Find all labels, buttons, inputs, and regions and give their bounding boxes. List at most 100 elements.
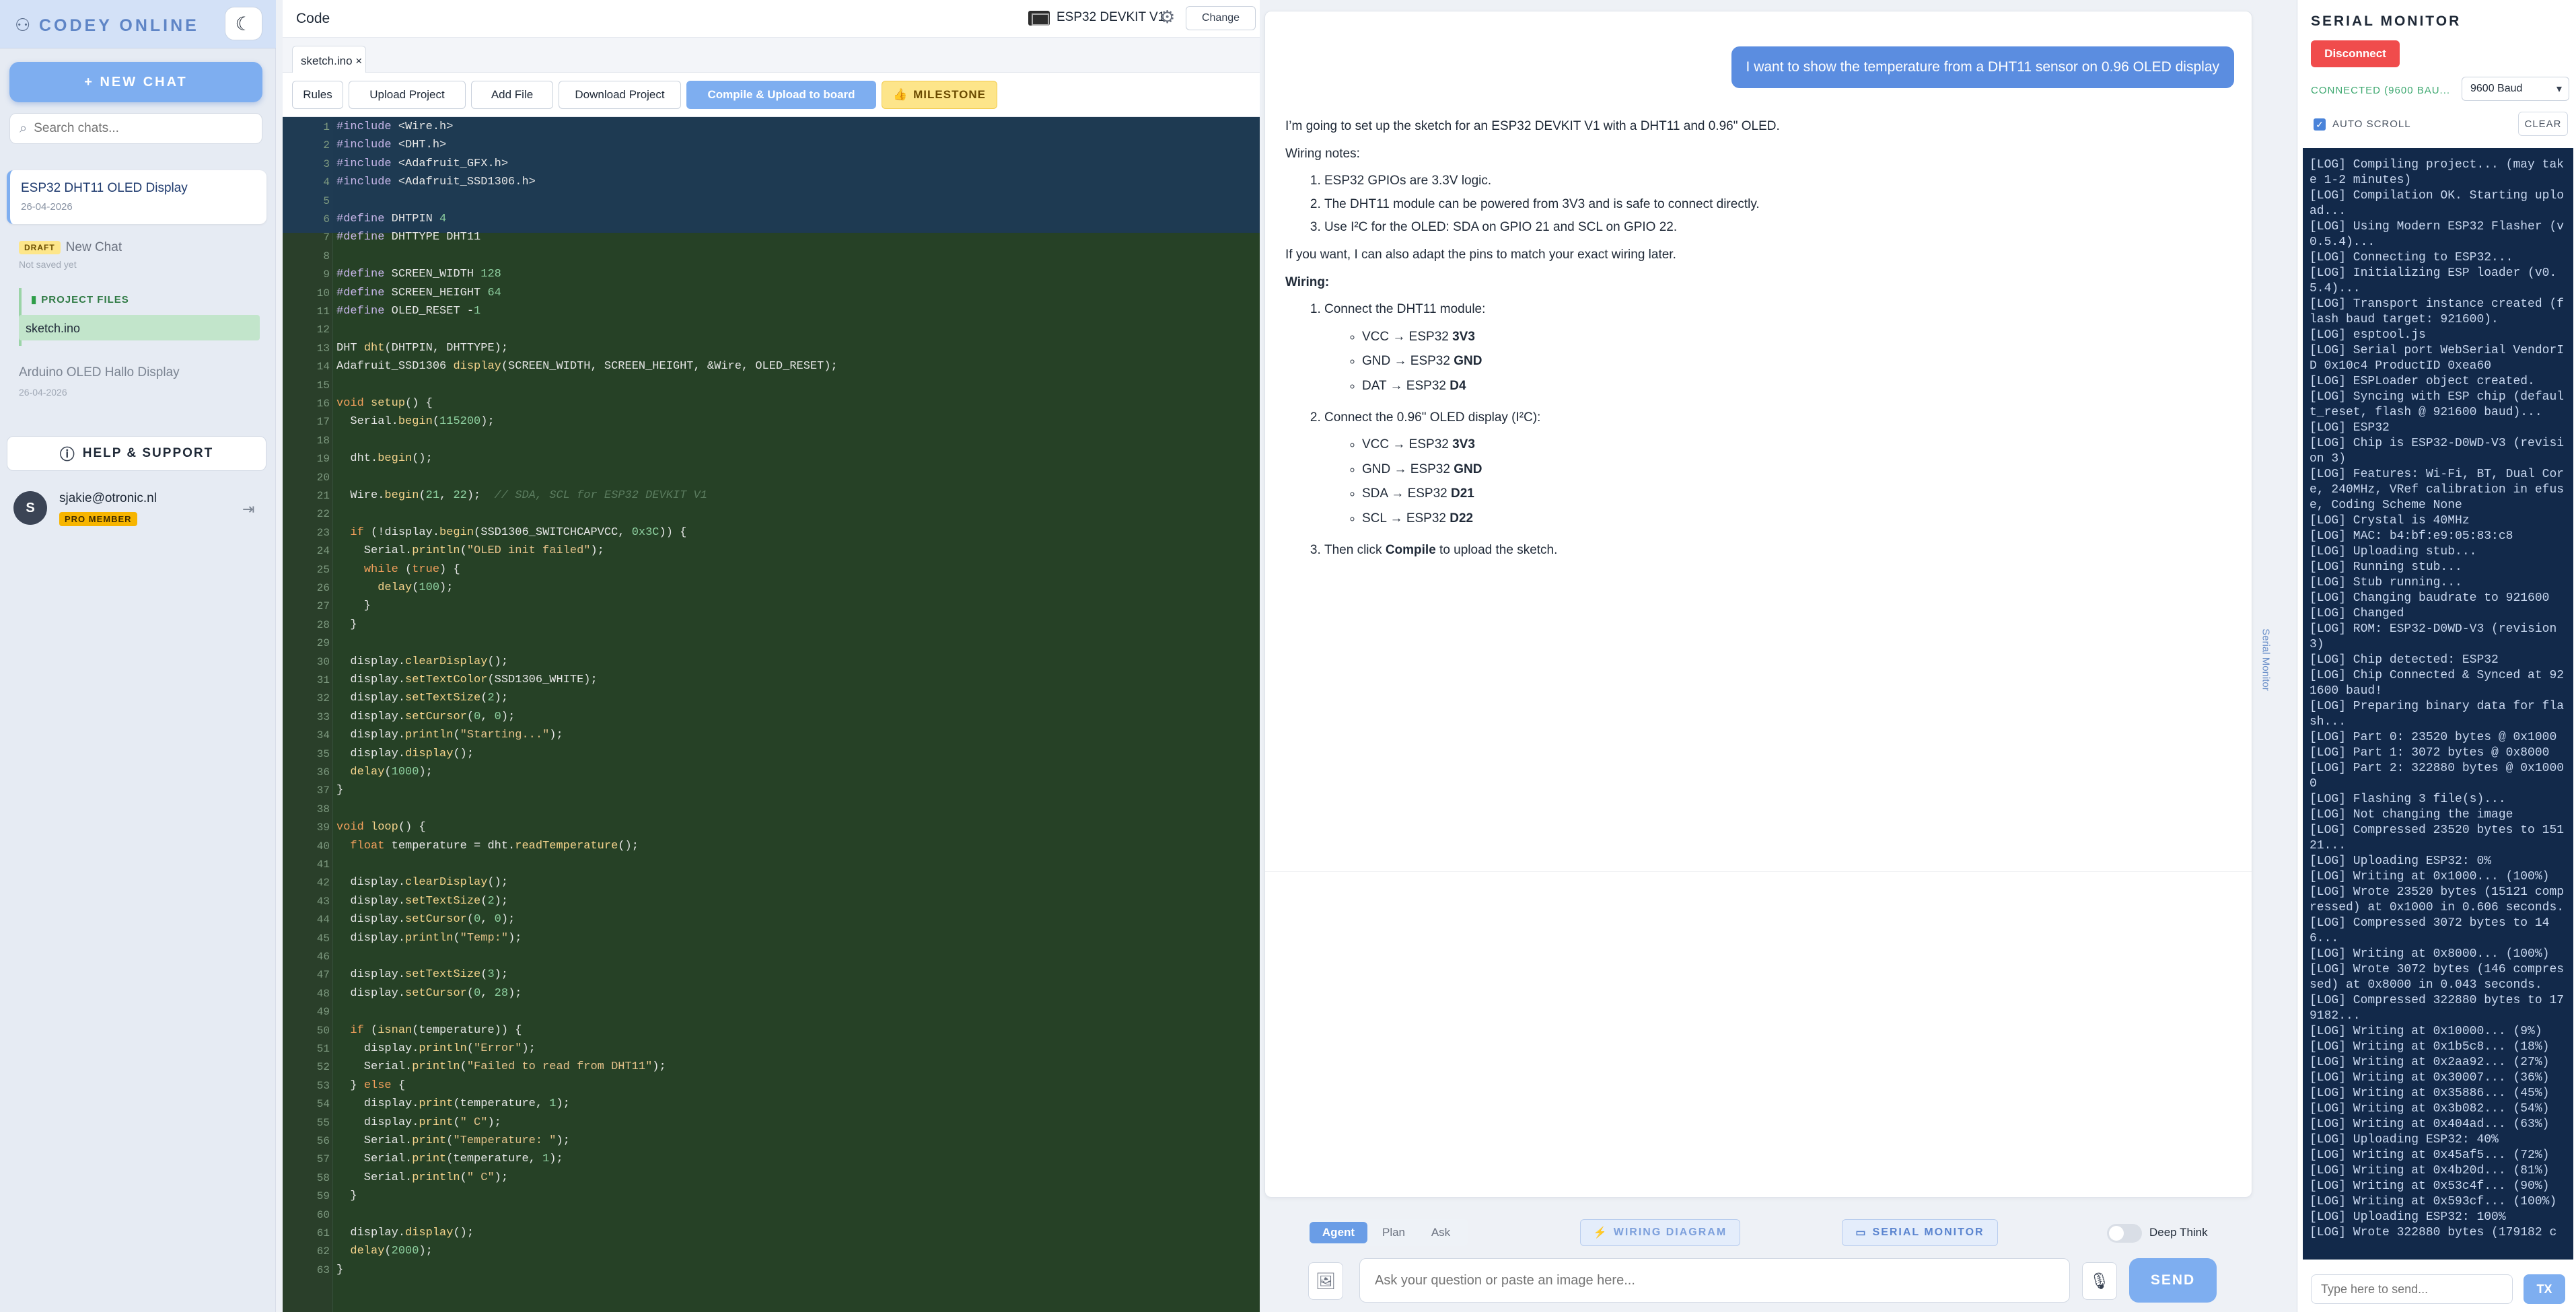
image-upload-button[interactable]: 🖼 xyxy=(1308,1262,1343,1300)
send-button[interactable]: SEND xyxy=(2129,1258,2217,1303)
code-line: display.print(temperature, 1); xyxy=(336,1097,570,1111)
line-number: 6 xyxy=(323,213,330,225)
line-number: 43 xyxy=(316,895,330,908)
list-item: GND → ESP32 GND xyxy=(1362,353,2227,371)
download-project-button[interactable]: Download Project xyxy=(559,81,681,109)
project-file-item[interactable]: sketch.ino xyxy=(19,315,260,340)
project-files-label: PROJECT FILES xyxy=(41,294,129,305)
chat-title: ESP32 DHT11 OLED Display xyxy=(21,181,188,195)
line-number: 8 xyxy=(323,250,330,262)
serial-log[interactable]: [LOG] Compiling project... (may take 1-2… xyxy=(2303,148,2573,1260)
log-line: [LOG] Flashing 3 file(s)... xyxy=(2310,793,2506,806)
board-name: ESP32 DEVKIT V1 xyxy=(1057,10,1166,24)
line-number: 52 xyxy=(316,1061,330,1074)
autoscroll-checkbox[interactable]: ✓ xyxy=(2314,118,2326,131)
log-line: [LOG] Chip is ESP32-D0WD-V3 (revision 3) xyxy=(2310,437,2565,466)
log-line: [LOG] MAC: b4:bf:e9:05:83:c8 xyxy=(2310,530,2513,543)
code-line: #define DHTTYPE DHT11 xyxy=(336,231,481,244)
line-number: 10 xyxy=(316,287,330,299)
code-line: Adafruit_SSD1306 display(SCREEN_WIDTH, S… xyxy=(336,360,838,373)
pin-text: SDA → ESP32 xyxy=(1362,486,1452,501)
tab-sketch-ino[interactable]: sketch.ino × xyxy=(292,46,366,73)
code-panel: Code ESP32 DEVKIT V1 ⚙ Change sketch.ino… xyxy=(283,0,1260,1312)
code-line: #include <Adafruit_GFX.h> xyxy=(336,157,509,170)
line-number: 55 xyxy=(316,1116,330,1129)
milestone-button[interactable]: 👍 MILESTONE xyxy=(882,81,997,109)
code-line: Serial.println("OLED init failed"); xyxy=(336,544,604,558)
step-text: Then click xyxy=(1324,542,1386,557)
code-line: #include <Adafruit_SSD1306.h> xyxy=(336,176,536,189)
new-chat-button[interactable]: + NEW CHAT xyxy=(9,62,262,102)
log-line: [LOG] Features: Wi-Fi, BT, Dual Core, 24… xyxy=(2310,468,2565,512)
line-number: 44 xyxy=(316,914,330,926)
log-line: [LOG] Writing at 0x1b5c8... (18%) xyxy=(2310,1040,2550,1054)
baud-select[interactable]: 9600 Baud xyxy=(2462,77,2569,101)
code-toolbar: Rules Upload Project Add File Download P… xyxy=(283,73,1260,117)
code-line: Serial.println("Failed to read from DHT1… xyxy=(336,1060,666,1074)
code-line: } xyxy=(336,618,357,631)
log-line: [LOG] ESPLoader object created. xyxy=(2310,375,2535,388)
log-line: [LOG] Compressed 3072 bytes to 146... xyxy=(2310,916,2550,945)
wiring-diagram-button[interactable]: ⚡ WIRING DIAGRAM xyxy=(1580,1219,1740,1246)
wiring-label: Wiring: xyxy=(1285,275,1330,289)
wiring-notes-label: Wiring notes: xyxy=(1285,146,1360,161)
line-number: 5 xyxy=(323,194,330,207)
user-email: sjakie@otronic.nl xyxy=(59,491,157,505)
log-line: [LOG] Running stub... xyxy=(2310,560,2462,574)
tx-button[interactable]: TX xyxy=(2524,1274,2565,1304)
robot-logo-icon: ⚇ xyxy=(15,15,31,35)
clear-button[interactable]: CLEAR xyxy=(2518,112,2568,136)
logout-icon[interactable]: ⇥ xyxy=(242,501,254,518)
help-support-button[interactable]: ⓘ HELP & SUPPORT xyxy=(7,436,266,471)
code-line: if (!display.begin(SSD1306_SWITCHCAPVCC,… xyxy=(350,525,687,539)
list-item: SDA → ESP32 D21 xyxy=(1362,485,2227,503)
line-number: 7 xyxy=(323,231,330,244)
serial-monitor-panel: SERIAL MONITOR Disconnect CONNECTED (960… xyxy=(2297,0,2576,1312)
microphone-button[interactable]: 🎙 xyxy=(2082,1262,2117,1300)
user-card: S sjakie@otronic.nl PRO MEMBER ⇥ xyxy=(7,482,266,536)
disconnect-button[interactable]: Disconnect xyxy=(2311,40,2400,67)
log-line: [LOG] Stub running... xyxy=(2310,576,2462,589)
add-file-button[interactable]: Add File xyxy=(471,81,553,109)
deep-think-toggle[interactable] xyxy=(2107,1224,2142,1243)
code-line: delay(100); xyxy=(378,581,454,594)
code-line: display.setTextSize(2); xyxy=(336,692,509,705)
search-box[interactable]: ⌕ xyxy=(9,113,262,144)
line-number: 2 xyxy=(323,139,330,152)
mode-agent[interactable]: Agent xyxy=(1310,1222,1367,1243)
line-number: 36 xyxy=(316,766,330,778)
log-line: [LOG] Wrote 3072 bytes (146 compressed) … xyxy=(2310,963,2565,992)
upload-project-button[interactable]: Upload Project xyxy=(349,81,466,109)
code-line: #define DHTPIN 4 xyxy=(336,213,447,225)
code-line: } xyxy=(336,784,344,797)
line-number: 47 xyxy=(316,969,330,982)
serial-monitor-button[interactable]: ▭ SERIAL MONITOR xyxy=(1842,1219,1998,1246)
code-line: } xyxy=(336,599,371,613)
line-number: 51 xyxy=(316,1043,330,1055)
mode-plan[interactable]: Plan xyxy=(1371,1222,1416,1243)
line-number: 31 xyxy=(316,674,330,686)
code-editor[interactable]: 1 #include <Wire.h> 2 #include <DHT.h> 3 #inc… xyxy=(283,117,1260,1312)
dark-mode-toggle-button[interactable]: ☾ xyxy=(225,7,262,40)
mode-ask[interactable]: Ask xyxy=(1419,1222,1463,1243)
mode-selector: Agent Plan Ask xyxy=(1307,1219,1468,1246)
chat-item-draft[interactable]: DRAFT New Chat Not saved yet xyxy=(19,240,261,274)
log-line: [LOG] Writing at 0x4b20d... (81%) xyxy=(2310,1164,2550,1177)
chat-item[interactable]: Arduino OLED Hallo Display 26-04-2026 xyxy=(19,365,261,406)
search-input[interactable] xyxy=(34,121,250,136)
log-line: [LOG] Writing at 0x30007... (36%) xyxy=(2310,1071,2550,1085)
step-bold: Compile xyxy=(1385,542,1436,557)
compile-upload-button[interactable]: Compile & Upload to board xyxy=(686,81,876,109)
serial-send-input[interactable] xyxy=(2311,1274,2513,1304)
serial-monitor-side-tab[interactable]: Serial Monitor xyxy=(2256,616,2276,710)
chat-input[interactable] xyxy=(1359,1258,2070,1303)
pin-target: 3V3 xyxy=(1452,329,1475,344)
chat-item-active[interactable]: ESP32 DHT11 OLED Display 26-04-2026 xyxy=(7,170,266,224)
code-line: } else { xyxy=(336,1079,406,1092)
change-board-button[interactable]: Change xyxy=(1186,6,1256,30)
line-number: 33 xyxy=(316,710,330,723)
rules-button[interactable]: Rules xyxy=(292,81,343,109)
wiring-notes-list: ESP32 GPIOs are 3.3V logic. The DHT11 mo… xyxy=(1324,172,2227,237)
code-line: delay(2000); xyxy=(350,1245,433,1258)
gear-icon[interactable]: ⚙ xyxy=(1159,7,1175,28)
